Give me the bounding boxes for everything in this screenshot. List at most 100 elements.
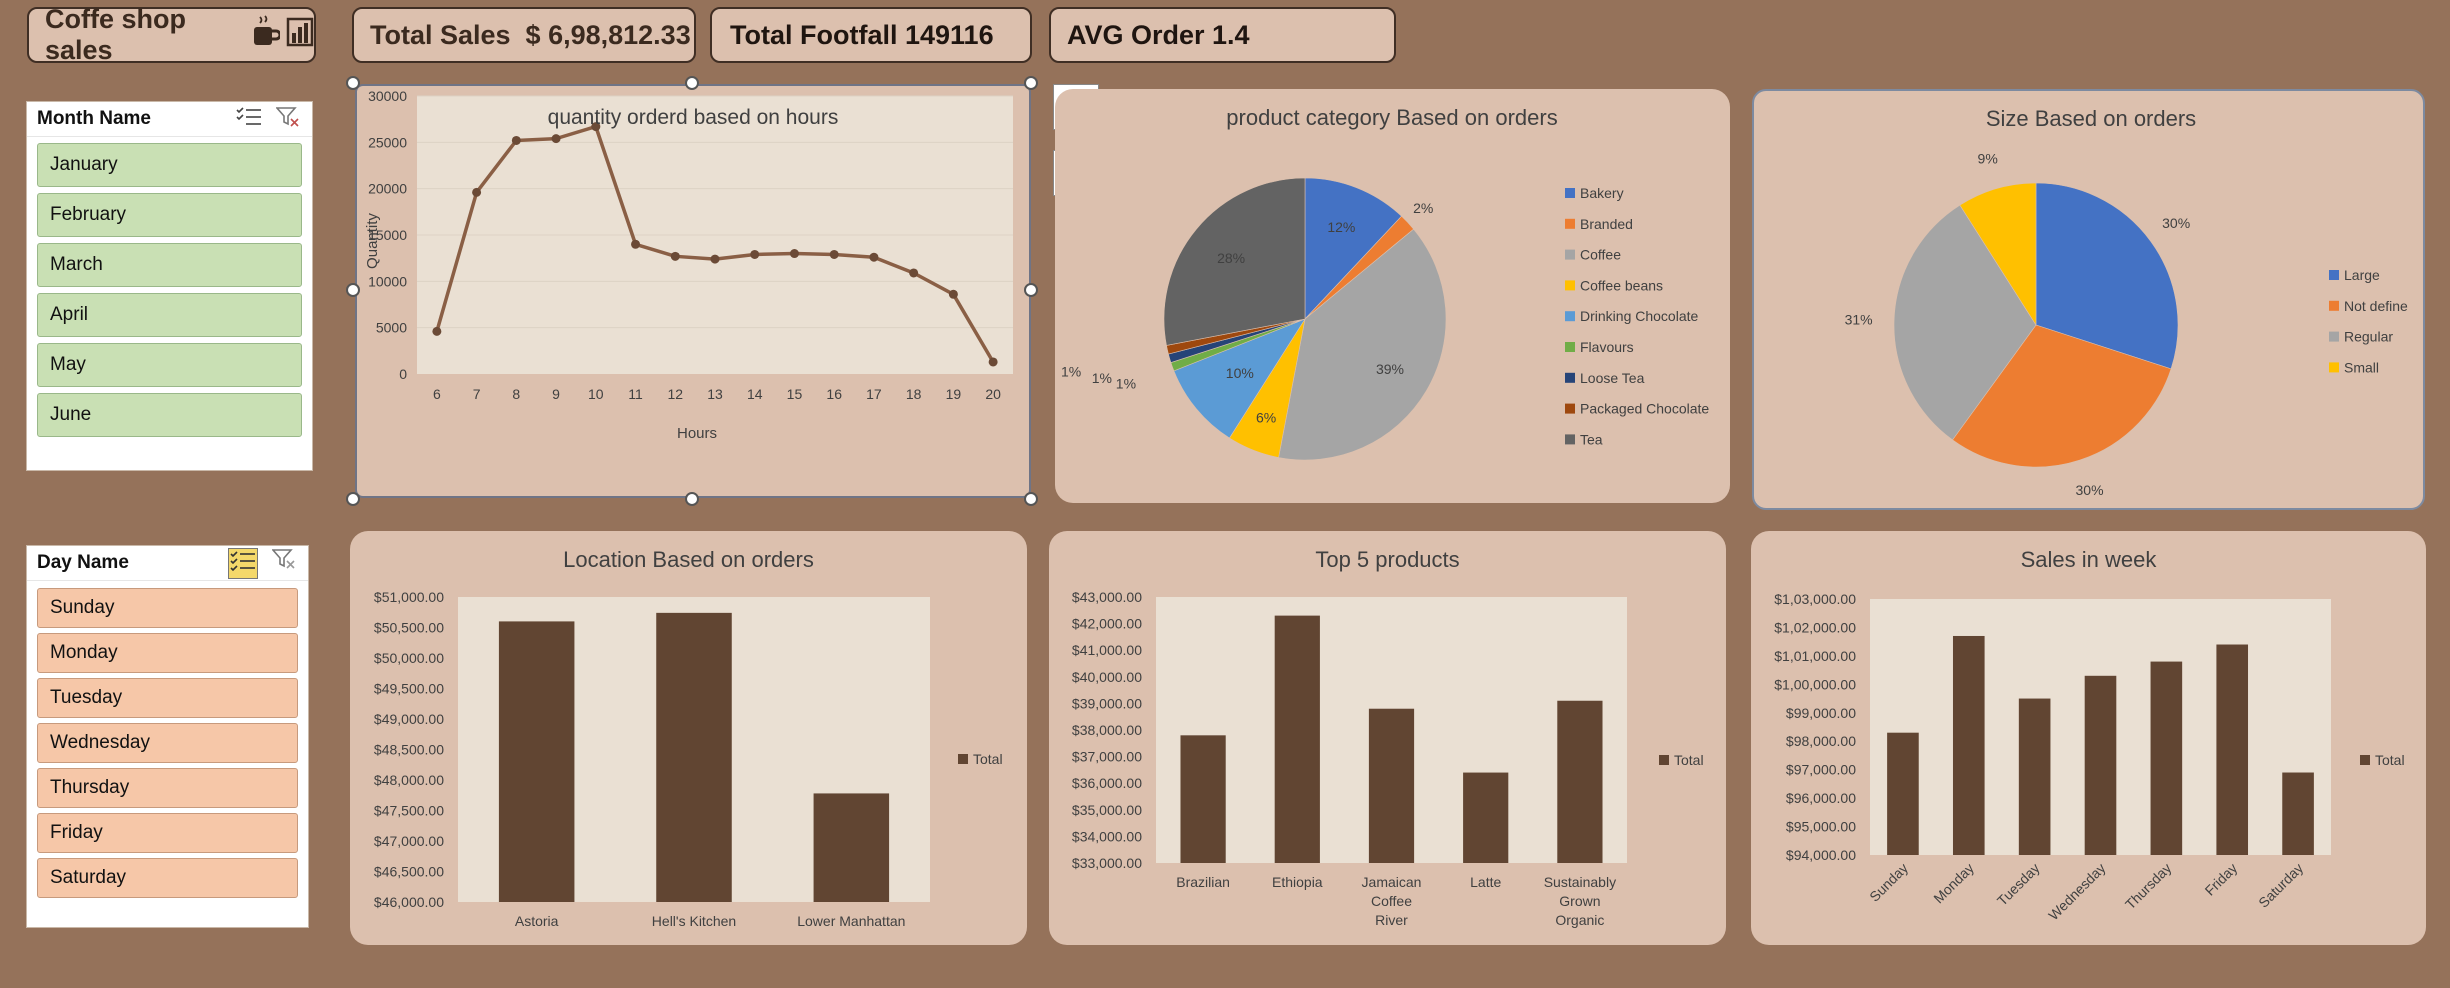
- x-tick-label: Lower Manhattan: [797, 913, 905, 929]
- x-tick-label: Jamaican Coffee River: [1362, 874, 1422, 928]
- legend-label: Large: [2344, 267, 2380, 283]
- day-item-thursday[interactable]: Thursday: [37, 768, 298, 808]
- bar: [1180, 735, 1226, 863]
- y-tick-label: $47,000.00: [374, 833, 444, 849]
- resize-handle[interactable]: [1024, 76, 1038, 90]
- multi-select-icon[interactable]: [228, 547, 258, 579]
- x-tick-label: 19: [946, 386, 962, 402]
- legend-swatch: [1565, 403, 1575, 414]
- month-slicer: Month Name January February March April …: [26, 101, 313, 471]
- weekly-sales-bar-chart: Sales in week $94,000.00 $95,000.00 $96,000…: [1774, 547, 2404, 923]
- day-item-saturday[interactable]: Saturday: [37, 858, 298, 898]
- month-item-june[interactable]: June: [37, 393, 302, 437]
- legend-swatch: [1565, 372, 1575, 383]
- data-point: [789, 249, 799, 259]
- resize-handle[interactable]: [1024, 492, 1038, 506]
- size-pie-panel[interactable]: Size Based on orders 30% 30% 31% 9% Large Not …: [1752, 89, 2425, 510]
- month-item-april[interactable]: April: [37, 293, 302, 337]
- x-tick-label: 8: [512, 386, 520, 402]
- legend-swatch: [1565, 342, 1575, 352]
- y-tick-label: $46,500.00: [374, 864, 444, 880]
- legend-label: Packaged Chocolate: [1580, 401, 1709, 417]
- clear-filter-icon[interactable]: [275, 106, 300, 133]
- coffee-cup-icon: [252, 14, 282, 56]
- x-axis-title: Hours: [677, 425, 717, 442]
- data-point: [829, 249, 839, 259]
- legend-label: Total: [1674, 752, 1704, 768]
- weekly-sales-bar-panel[interactable]: Sales in week $94,000.00 $95,000.00 $96,000…: [1751, 531, 2426, 945]
- resize-handle[interactable]: [346, 492, 360, 506]
- data-point: [710, 254, 720, 264]
- x-tick-label: 15: [787, 386, 803, 402]
- data-point: [988, 357, 998, 367]
- bar: [1557, 700, 1603, 863]
- day-item-wednesday[interactable]: Wednesday: [37, 723, 298, 763]
- data-label: 31%: [1845, 311, 1873, 327]
- y-tick-label: $95,000.00: [1786, 819, 1856, 835]
- month-item-march[interactable]: March: [37, 243, 302, 287]
- dashboard-title: Coffe shop sales: [45, 4, 186, 65]
- data-label: 1%: [1092, 370, 1112, 386]
- y-tick-label: $50,000.00: [374, 650, 444, 666]
- legend-label: Bakery: [1580, 185, 1624, 201]
- category-pie-panel[interactable]: product category Based on orders 12% 2% 39%…: [1055, 89, 1730, 503]
- y-tick-label: $33,000.00: [1072, 855, 1142, 871]
- resize-handle[interactable]: [1024, 283, 1038, 297]
- top-products-bar-panel[interactable]: Top 5 products $33,000.00 $34,000.00 $35,00…: [1049, 531, 1726, 945]
- data-label: 28%: [1217, 250, 1245, 266]
- y-tick-label: 25000: [368, 134, 407, 150]
- y-tick-label: $1,01,000.00: [1774, 648, 1856, 664]
- legend-swatch: [1565, 434, 1575, 445]
- y-tick-label: 10000: [368, 273, 407, 289]
- y-tick-label: $35,000.00: [1072, 802, 1142, 818]
- y-tick-label: $39,000.00: [1072, 695, 1142, 711]
- month-item-may[interactable]: May: [37, 343, 302, 387]
- x-tick-label: Astoria: [515, 913, 559, 929]
- x-tick-label: Ethiopia: [1272, 874, 1323, 890]
- y-tick-label: 5000: [376, 320, 407, 336]
- avg-order-card: AVG Order 1.4: [1049, 7, 1396, 63]
- multi-select-icon[interactable]: [236, 106, 262, 133]
- y-tick-label: $43,000.00: [1072, 589, 1142, 605]
- clear-filter-icon[interactable]: [271, 548, 296, 579]
- legend-swatch: [1565, 188, 1575, 198]
- chart-title: Top 5 products: [1315, 547, 1459, 572]
- hours-line-chart-panel[interactable]: 0 5000 10000 15000 20000 25000 30000 6 7 8 9 10 11 12…: [355, 84, 1031, 498]
- avg-order-value: AVG Order 1.4: [1067, 19, 1250, 50]
- x-tick-label: 18: [906, 386, 922, 402]
- legend-swatch: [1565, 311, 1575, 322]
- legend-swatch: [1565, 280, 1575, 291]
- day-item-sunday[interactable]: Sunday: [37, 588, 298, 628]
- y-tick-label: $50,500.00: [374, 620, 444, 636]
- data-point: [551, 134, 561, 144]
- y-tick-label: $98,000.00: [1786, 733, 1856, 749]
- resize-handle[interactable]: [685, 76, 699, 90]
- legend-label: Loose Tea: [1580, 370, 1645, 386]
- data-label: 30%: [2076, 482, 2104, 498]
- legend-swatch: [958, 754, 968, 764]
- x-tick-label: 11: [628, 386, 643, 402]
- day-item-tuesday[interactable]: Tuesday: [37, 678, 298, 718]
- legend-swatch: [1565, 218, 1575, 229]
- data-label: 1%: [1116, 375, 1136, 391]
- x-tick-label: Sunday: [1866, 860, 1911, 905]
- y-tick-label: $48,500.00: [374, 742, 444, 758]
- resize-handle[interactable]: [346, 76, 360, 90]
- day-item-friday[interactable]: Friday: [37, 813, 298, 853]
- location-bar-panel[interactable]: Location Based on orders $46,000.00 $46,50…: [350, 531, 1027, 945]
- month-item-january[interactable]: January: [37, 143, 302, 187]
- data-point: [511, 135, 521, 145]
- data-point: [869, 252, 879, 262]
- y-tick-label: 0: [399, 366, 407, 382]
- resize-handle[interactable]: [346, 283, 360, 297]
- month-item-february[interactable]: February: [37, 193, 302, 237]
- y-tick-label: $48,000.00: [374, 772, 444, 788]
- total-sales-value: Total Sales $ 6,98,812.33: [370, 19, 691, 50]
- data-label: 1%: [1061, 363, 1081, 379]
- day-item-monday[interactable]: Monday: [37, 633, 298, 673]
- y-tick-label: $49,000.00: [374, 711, 444, 727]
- legend-swatch: [1659, 755, 1669, 765]
- day-slicer: Day Name Sunday Monday Tuesday Wednesday…: [26, 545, 309, 928]
- top-products-bar-chart: Top 5 products $33,000.00 $34,000.00 $35,00…: [1072, 547, 1704, 928]
- resize-handle[interactable]: [685, 492, 699, 506]
